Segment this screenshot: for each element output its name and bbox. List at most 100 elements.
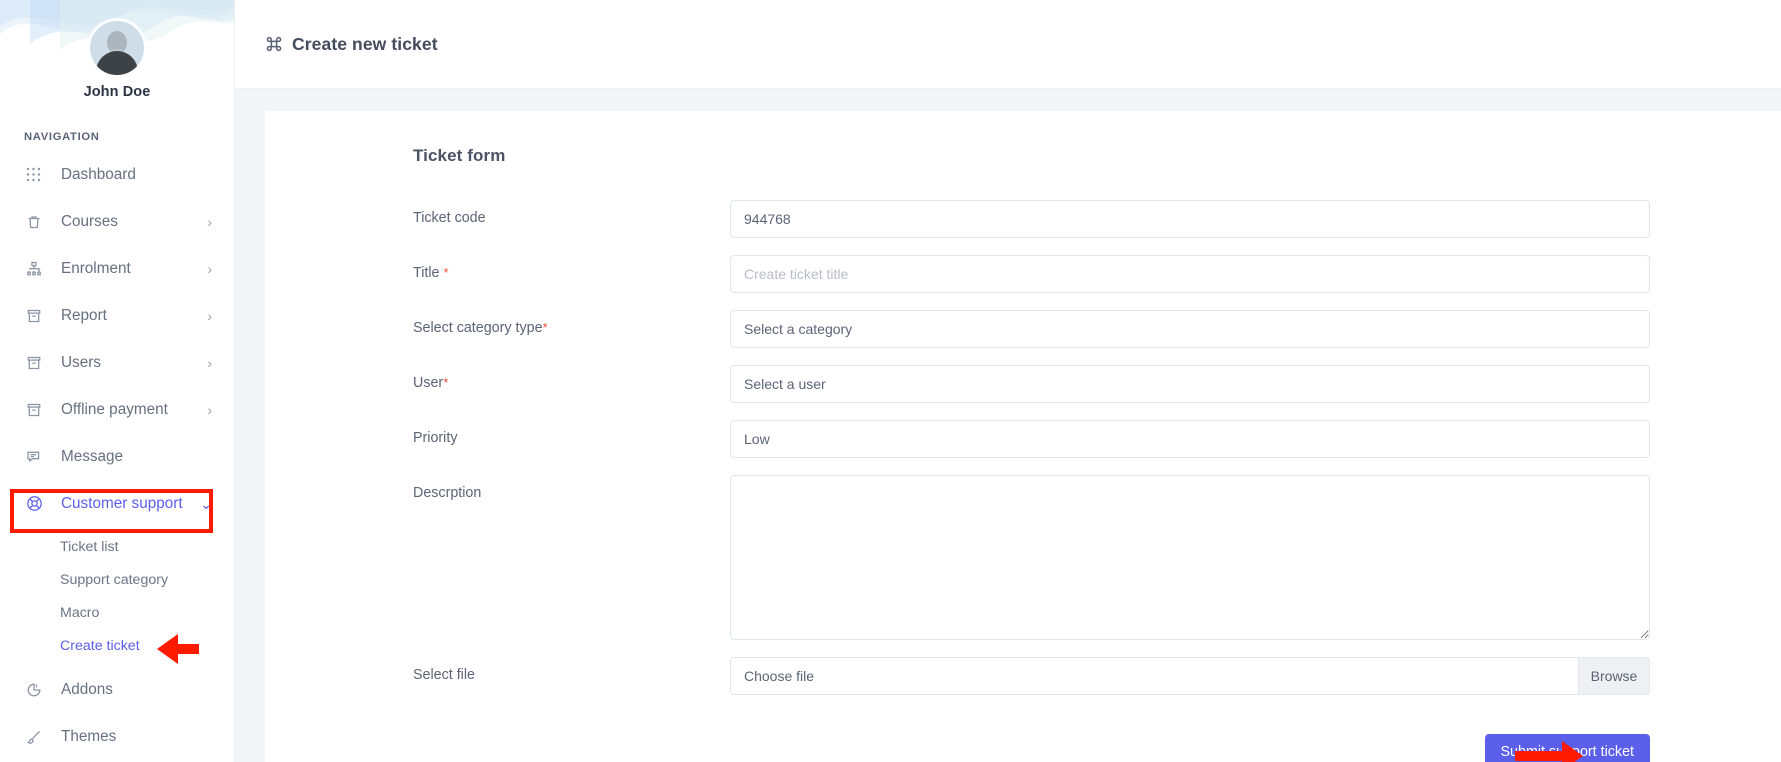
label-category: Select category type* — [413, 310, 730, 336]
label-text: Title — [413, 265, 443, 281]
control-description — [730, 475, 1650, 640]
priority-select-value: Low — [744, 431, 770, 447]
sidebar-item-report[interactable]: Report › — [0, 292, 234, 339]
navigation-section-label: NAVIGATION — [24, 131, 234, 143]
label-text: User — [413, 375, 443, 391]
brush-icon — [26, 729, 48, 745]
sidebar-item-label: Themes — [61, 728, 212, 746]
page-title: Create new ticket — [292, 34, 438, 55]
label-priority: Priority — [413, 420, 730, 446]
field-row-description: Descrption — [265, 475, 1781, 640]
sidebar-subitem-macro[interactable]: Macro — [0, 596, 234, 629]
field-row-category: Select category type* Select a category — [265, 310, 1781, 348]
command-icon — [265, 35, 283, 53]
category-select[interactable]: Select a category — [730, 310, 1650, 348]
user-select-value: Select a user — [744, 376, 826, 392]
sidebar-subitem-create-ticket[interactable]: Create ticket — [0, 629, 234, 662]
content-area: Ticket form Ticket code Title * — [235, 89, 1781, 762]
browse-button[interactable]: Browse — [1578, 657, 1650, 695]
description-textarea[interactable] — [730, 475, 1650, 640]
sidebar-item-label: Message — [61, 448, 212, 466]
sidebar-item-offline-payment[interactable]: Offline payment › — [0, 386, 234, 433]
grid-dots-icon — [26, 167, 48, 182]
sidebar-item-enrolment[interactable]: Enrolment › — [0, 245, 234, 292]
user-select[interactable]: Select a user — [730, 365, 1650, 403]
lifebuoy-icon — [26, 495, 48, 512]
page-header: Create new ticket — [235, 0, 1781, 89]
submit-row-inner: Submit support ticket — [413, 734, 1650, 762]
field-row-title: Title * — [265, 255, 1781, 293]
avatar — [90, 21, 144, 75]
submit-row: Submit support ticket — [265, 734, 1781, 762]
field-row-priority: Priority Low — [265, 420, 1781, 458]
chevron-right-icon: › — [207, 215, 212, 229]
customer-support-submenu: Ticket list Support category Macro Creat… — [0, 527, 234, 666]
required-asterisk: * — [543, 320, 548, 335]
category-select-value: Select a category — [744, 321, 852, 337]
field-row-select-file: Select file Choose file Browse — [265, 657, 1781, 695]
label-text: Descrption — [413, 485, 481, 501]
sidebar-item-customer-support[interactable]: Customer support ⌄ — [0, 480, 234, 527]
sidebar-item-label: Dashboard — [61, 166, 212, 184]
sidebar-item-message[interactable]: Message — [0, 433, 234, 480]
pie-chart-icon — [26, 682, 48, 698]
file-input-group: Choose file Browse — [730, 657, 1650, 695]
priority-select[interactable]: Low — [730, 420, 1650, 458]
user-name: John Doe — [0, 84, 234, 100]
chevron-right-icon: › — [207, 262, 212, 276]
chevron-right-icon: › — [207, 403, 212, 417]
field-row-ticket-code: Ticket code — [265, 200, 1781, 238]
sidebar-subitem-support-category[interactable]: Support category — [0, 563, 234, 596]
label-text: Ticket code — [413, 210, 486, 226]
required-asterisk: * — [443, 265, 448, 280]
control-priority: Low — [730, 420, 1650, 458]
label-ticket-code: Ticket code — [413, 200, 730, 226]
control-category: Select a category — [730, 310, 1650, 348]
sidebar-item-themes[interactable]: Themes — [0, 713, 234, 760]
chevron-down-icon: ⌄ — [200, 497, 212, 511]
control-select-file: Choose file Browse — [730, 657, 1650, 695]
title-input[interactable] — [730, 255, 1650, 293]
sidebar-subitem-ticket-list[interactable]: Ticket list — [0, 530, 234, 563]
required-asterisk: * — [443, 375, 448, 390]
sidebar-item-dashboard[interactable]: Dashboard — [0, 151, 234, 198]
archive-icon — [26, 308, 48, 324]
control-title — [730, 255, 1650, 293]
sidebar-item-label: Customer support — [61, 495, 200, 513]
archive-icon — [26, 402, 48, 418]
label-user: User* — [413, 365, 730, 391]
file-name-display[interactable]: Choose file — [730, 657, 1578, 695]
app-root: John Doe NAVIGATION Dashboard Courses › — [0, 0, 1781, 762]
archive-icon — [26, 355, 48, 371]
sidebar-item-addons[interactable]: Addons — [0, 666, 234, 713]
sidebar-item-courses[interactable]: Courses › — [0, 198, 234, 245]
sidebar-item-label: Users — [61, 354, 207, 372]
label-text: Select category type — [413, 320, 543, 336]
submit-support-ticket-button[interactable]: Submit support ticket — [1485, 734, 1651, 762]
field-row-user: User* Select a user — [265, 365, 1781, 403]
sidebar-item-users[interactable]: Users › — [0, 339, 234, 386]
control-user: Select a user — [730, 365, 1650, 403]
ticket-code-input[interactable] — [730, 200, 1650, 238]
sidebar-item-label: Courses — [61, 213, 207, 231]
control-ticket-code — [730, 200, 1650, 238]
sidebar-item-label: Report — [61, 307, 207, 325]
sitemap-icon — [26, 261, 48, 277]
label-select-file: Select file — [413, 657, 730, 683]
sidebar-item-label: Addons — [61, 681, 212, 699]
chevron-right-icon: › — [207, 309, 212, 323]
label-text: Select file — [413, 667, 475, 683]
label-description: Descrption — [413, 475, 730, 501]
sidebar-nav: Dashboard Courses › Enrolment › — [0, 147, 234, 760]
ticket-form-card: Ticket form Ticket code Title * — [265, 111, 1781, 762]
card-title: Ticket form — [413, 146, 1781, 166]
sidebar-item-label: Offline payment — [61, 401, 207, 419]
profile-block: John Doe — [0, 0, 234, 100]
sidebar-item-label: Enrolment — [61, 260, 207, 278]
sidebar: John Doe NAVIGATION Dashboard Courses › — [0, 0, 235, 762]
label-title: Title * — [413, 255, 730, 281]
label-text: Priority — [413, 430, 457, 446]
trash-icon — [26, 214, 48, 230]
main-content: Create new ticket Ticket form Ticket cod… — [235, 0, 1781, 762]
chat-icon — [26, 449, 48, 465]
